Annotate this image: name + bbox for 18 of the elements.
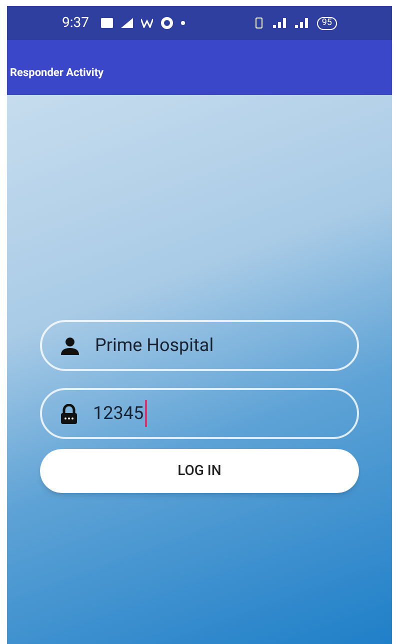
password-field[interactable]: 12345 — [40, 388, 359, 439]
username-field[interactable]: Prime Hospital — [40, 320, 359, 371]
username-value: Prime Hospital — [95, 334, 214, 358]
dot-icon — [181, 21, 185, 25]
signal-icon — [294, 18, 309, 28]
login-button[interactable]: LOG IN — [40, 449, 359, 493]
ring-icon — [161, 17, 173, 29]
vibrate-icon — [252, 17, 265, 29]
notification-icon — [101, 18, 113, 28]
lock-icon — [60, 404, 78, 424]
battery-level: 95 — [316, 16, 337, 30]
signal-icon — [272, 18, 287, 28]
app-title: Responder Activity — [10, 64, 104, 80]
status-time: 9:37 — [62, 14, 89, 32]
notification-icon — [141, 18, 153, 28]
password-value: 12345 — [93, 400, 147, 427]
person-icon — [60, 336, 80, 354]
notification-icon — [121, 18, 133, 28]
